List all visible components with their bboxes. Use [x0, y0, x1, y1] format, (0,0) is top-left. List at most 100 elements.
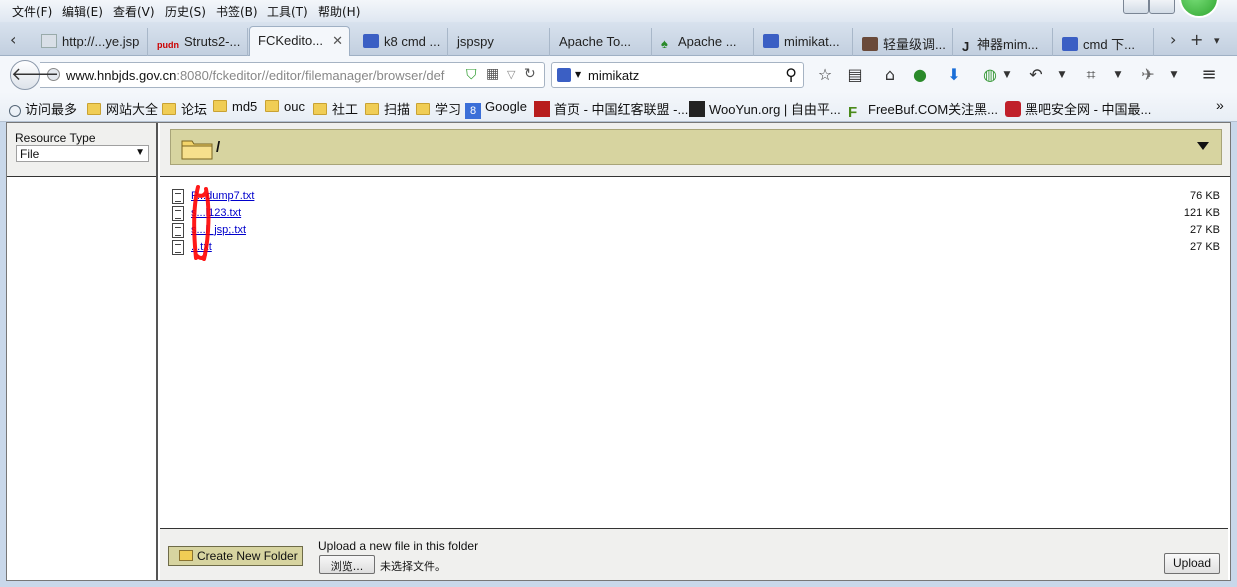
- new-tab-icon[interactable]: +: [1190, 30, 1203, 49]
- tab[interactable]: J 神器mim...: [954, 28, 1053, 56]
- tab-label: mimikat...: [784, 34, 840, 49]
- tab[interactable]: jspspy: [449, 28, 550, 56]
- text-file-icon: [172, 223, 184, 238]
- folder-icon: [416, 103, 430, 115]
- undo-icon[interactable]: ↶: [1026, 65, 1046, 85]
- bookmark-folder[interactable]: ouc: [265, 99, 305, 114]
- bookmark-folder[interactable]: 学习: [416, 99, 461, 118]
- bookmark-star-icon[interactable]: ☆: [815, 65, 835, 85]
- create-folder-label: Create New Folder: [197, 549, 298, 563]
- site-icon: [862, 37, 878, 51]
- upload-button[interactable]: Upload: [1164, 553, 1220, 574]
- tab[interactable]: mimikat...: [755, 28, 853, 56]
- menu-file[interactable]: 文件(F): [12, 3, 52, 20]
- folder-icon: [313, 103, 327, 115]
- home-icon[interactable]: ⌂: [880, 65, 900, 85]
- tabs-scroll-right-icon[interactable]: ›: [1170, 30, 1176, 49]
- menu-view[interactable]: 查看(V): [113, 3, 155, 20]
- addon-icon[interactable]: ●: [910, 65, 930, 85]
- file-size: 121 KB: [1183, 207, 1220, 219]
- extension-dropdown-icon[interactable]: ▼: [1164, 65, 1184, 85]
- chevron-down-icon[interactable]: [1197, 142, 1209, 150]
- url-bar[interactable]: www.hnbjds.gov.cn:8080/fckeditor//editor…: [40, 62, 545, 88]
- tab-active[interactable]: FCKedito... ✕: [249, 26, 350, 57]
- tab[interactable]: cmd 下...: [1054, 28, 1154, 56]
- bookmark-folder[interactable]: 网站大全: [87, 99, 158, 118]
- tab[interactable]: pudn Struts2-...: [149, 28, 248, 56]
- bookmark-label: WooYun.org | 自由平...: [709, 102, 841, 117]
- download-icon[interactable]: ⬇: [944, 65, 964, 85]
- menu-bookmarks[interactable]: 书签(B): [216, 3, 258, 20]
- bookmark-item[interactable]: WooYun.org | 自由平...: [689, 99, 841, 118]
- tabs-scroll-left-icon[interactable]: ‹: [10, 30, 16, 49]
- reload-icon[interactable]: ↻: [524, 66, 536, 82]
- bookmark-item[interactable]: 黑吧安全网 - 中国最...: [1005, 99, 1151, 118]
- folder-header: /: [160, 123, 1230, 177]
- engine-dropdown-icon[interactable]: ▼: [575, 70, 581, 79]
- file-list: P...dump7.txt 76 KB s...l123.txt 121 KB …: [160, 178, 1228, 529]
- tab-label: http://...ye.jsp: [62, 34, 140, 49]
- network-dropdown-icon[interactable]: ▼: [997, 65, 1017, 85]
- bookmark-folder[interactable]: 扫描: [365, 99, 410, 118]
- file-row: ...txt 27 KB: [170, 240, 1220, 257]
- bookmarks-bar: 访问最多 网站大全 论坛 md5 ouc 社工 扫描 学习 8 Google 首页…: [0, 92, 1237, 122]
- bookmark-item[interactable]: 首页 - 中国红客联盟 -...: [534, 99, 688, 118]
- tab[interactable]: http://...ye.jsp: [33, 28, 148, 56]
- search-bar[interactable]: ▼ mimikatz ⚲: [551, 62, 804, 88]
- qr-code-icon[interactable]: ▦: [486, 66, 499, 82]
- file-browser: Resource Type File ▼ / P...dump7.txt 76: [6, 122, 1231, 581]
- tab[interactable]: Apache To...: [551, 28, 652, 56]
- crop-dropdown-icon[interactable]: ▼: [1108, 65, 1128, 85]
- bookmark-label: 论坛: [181, 102, 208, 117]
- menu-history[interactable]: 历史(S): [165, 3, 206, 20]
- paw-icon: [1062, 37, 1078, 51]
- extension-icon[interactable]: ✈: [1138, 65, 1158, 85]
- bookmark-folder[interactable]: 社工: [313, 99, 358, 118]
- bookmark-label: 网站大全: [106, 102, 159, 117]
- tab-label: 轻量级调...: [883, 37, 946, 52]
- paw-icon: [763, 34, 779, 48]
- bookmarks-overflow-icon[interactable]: »: [1216, 97, 1224, 113]
- tab[interactable]: 轻量级调...: [854, 28, 953, 56]
- menu-bar: 文件(F) 编辑(E) 查看(V) 历史(S) 书签(B) 工具(T) 帮助(H…: [0, 0, 1237, 22]
- bookmark-label: 学习: [435, 102, 462, 117]
- navigation-bar: www.hnbjds.gov.cn:8080/fckeditor//editor…: [0, 56, 1237, 92]
- current-folder-bar[interactable]: /: [170, 129, 1222, 165]
- bookmark-item[interactable]: 访问最多: [9, 99, 77, 118]
- bookmark-folder[interactable]: md5: [213, 99, 257, 114]
- tab[interactable]: k8 cmd ...: [355, 28, 448, 56]
- menu-tools[interactable]: 工具(T): [267, 3, 308, 20]
- minimize-button[interactable]: [1123, 0, 1149, 14]
- tab-list-icon[interactable]: ▾: [1214, 34, 1220, 47]
- menu-edit[interactable]: 编辑(E): [62, 3, 103, 20]
- create-folder-button[interactable]: Create New Folder: [168, 546, 303, 566]
- upload-caption: Upload a new file in this folder: [318, 539, 479, 553]
- hamburger-menu-icon[interactable]: ≡: [1199, 65, 1219, 85]
- tab[interactable]: ♠ Apache ...: [653, 28, 754, 56]
- crop-icon[interactable]: ⌗: [1081, 65, 1101, 85]
- bookmark-item[interactable]: F FreeBuf.COM关注黑...: [848, 99, 998, 121]
- search-engine-icon[interactable]: [557, 68, 571, 82]
- menu-help[interactable]: 帮助(H): [318, 3, 360, 20]
- tab-label: Apache To...: [559, 34, 632, 49]
- bookmark-folder[interactable]: 论坛: [162, 99, 207, 118]
- folder-icon: [179, 550, 193, 561]
- tab-label: jspspy: [457, 34, 494, 49]
- maximize-button[interactable]: [1149, 0, 1175, 14]
- search-input[interactable]: mimikatz: [588, 68, 639, 83]
- close-tab-icon[interactable]: ✕: [332, 33, 343, 49]
- file-row: P...dump7.txt 76 KB: [170, 189, 1220, 206]
- dropdown-icon[interactable]: ▽: [507, 68, 515, 81]
- reader-icon[interactable]: ▤: [845, 65, 865, 85]
- bookmark-item[interactable]: 8 Google: [465, 99, 527, 119]
- undo-dropdown-icon[interactable]: ▼: [1052, 65, 1072, 85]
- feather-icon: ♠: [661, 36, 668, 51]
- back-button[interactable]: 🡐: [10, 60, 59, 90]
- search-icon[interactable]: ⚲: [785, 65, 797, 84]
- resource-type-select[interactable]: File ▼: [16, 145, 149, 162]
- bookmark-label: 访问最多: [25, 102, 78, 117]
- tab-label: 神器mim...: [977, 37, 1039, 52]
- shield-icon[interactable]: ⛉: [466, 67, 477, 83]
- resource-header: Resource Type File ▼: [7, 123, 156, 177]
- browse-button[interactable]: 浏览...: [319, 555, 375, 574]
